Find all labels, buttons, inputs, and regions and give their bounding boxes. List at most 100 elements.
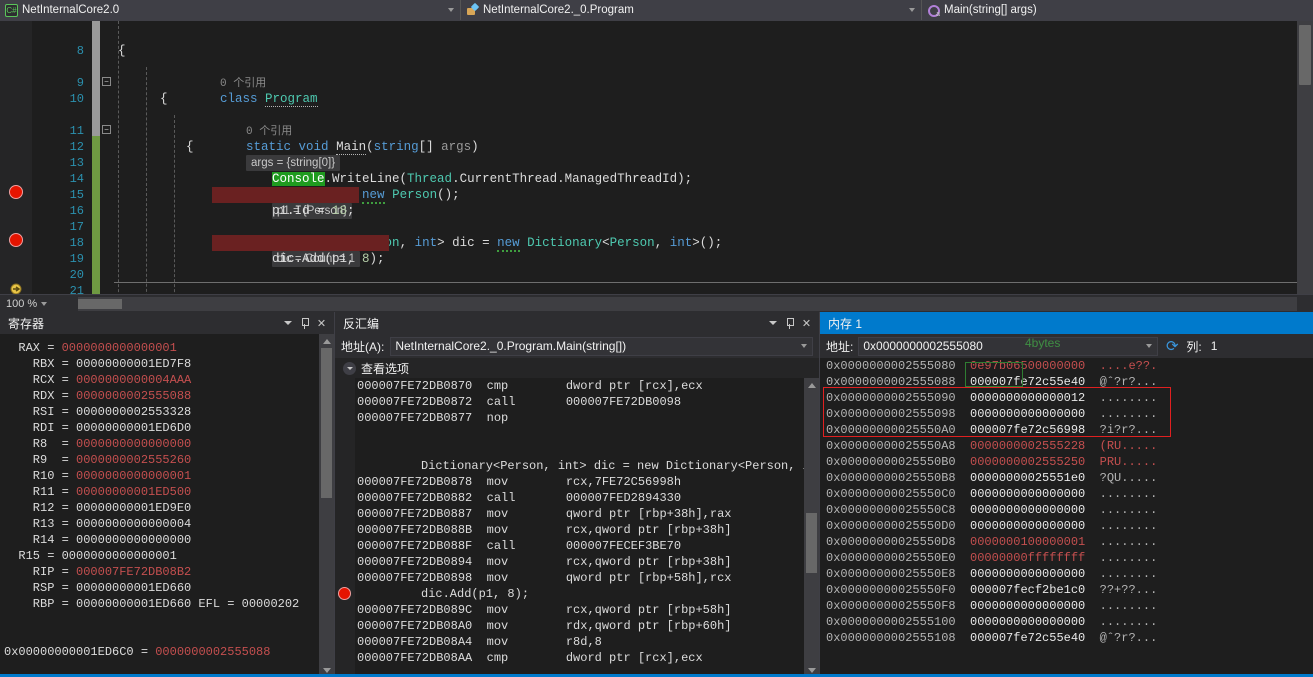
scrollbar-thumb[interactable]: [321, 348, 332, 498]
breakpoint-line-15[interactable]: p1.Id = 18;: [212, 187, 359, 218]
line-number: 11: [69, 124, 84, 138]
disassembly-row: 000007FE72DB088B mov rcx,qword ptr [rbp+…: [357, 523, 732, 537]
register-row: R14 = 0000000000000000: [4, 533, 192, 547]
register-row: R10 = 0000000000000001: [4, 469, 192, 483]
memory-content[interactable]: 0x0000000002555080 0e97b06500000000 ....…: [820, 358, 1313, 677]
view-options-toggle[interactable]: 查看选项: [335, 358, 819, 378]
address-value: NetInternalCore2._0.Program.Main(string[…: [395, 339, 627, 353]
memory-row: 0x00000000025550C8 0000000000000000 ....…: [826, 503, 1158, 517]
breakpoint-gutter[interactable]: [0, 21, 32, 312]
pin-button[interactable]: [296, 315, 313, 332]
memory-title-bar[interactable]: 内存 1: [820, 312, 1313, 334]
disassembly-source-line: Dictionary<Person, int> dic = new Dictio…: [421, 459, 819, 473]
disassembly-row: 000007FE72DB0894 mov rcx,qword ptr [rbp+…: [357, 555, 732, 569]
editor-horizontal-scrollbar[interactable]: [78, 296, 1297, 311]
chevron-down-icon: [448, 8, 454, 12]
memory-address-value: 0x0000000002555080: [863, 339, 983, 353]
memory-row: 0x00000000025550A8 0000000002555228 (RU.…: [826, 439, 1158, 453]
disassembly-address-input[interactable]: NetInternalCore2._0.Program.Main(string[…: [390, 336, 813, 356]
chevron-down-icon: [801, 344, 807, 348]
fold-toggle-method[interactable]: −: [102, 125, 111, 134]
line-number: 8: [76, 44, 84, 58]
navigation-bar: C# NetInternalCore2.0 NetInternalCore2._…: [0, 0, 1313, 21]
address-label: 地址(A):: [341, 339, 385, 354]
close-button[interactable]: ✕: [313, 315, 330, 332]
line-number: 10: [69, 92, 84, 106]
class-dropdown[interactable]: NetInternalCore2._0.Program: [461, 0, 921, 20]
memory-row: 0x00000000025550F0 000007fecf2be1c0 ??+?…: [826, 583, 1158, 597]
memory-row: 0x00000000025550E8 0000000000000000 ....…: [826, 567, 1158, 581]
method-dropdown[interactable]: Main(string[] args): [922, 0, 1313, 20]
memory-address-row: 地址: 0x0000000002555080 ⟳ 列: 1 4bytes: [820, 334, 1313, 358]
pin-button[interactable]: [781, 315, 798, 332]
editor-vertical-scrollbar[interactable]: [1297, 21, 1313, 294]
memory-row: 0x00000000025550A0 000007fe72c56998 ?i?r…: [826, 423, 1158, 437]
disassembly-row: 000007FE72DB0882 call 000007FED2894330: [357, 491, 682, 505]
register-row: RBX = 00000000001ED7F8: [4, 357, 192, 371]
disassembly-scrollbar[interactable]: [804, 378, 819, 677]
disassembly-content[interactable]: 000007FE72DB0870 cmp dword ptr [rcx],ecx…: [335, 378, 819, 677]
memory-row: 0x00000000025550F8 0000000000000000 ....…: [826, 599, 1158, 613]
line-number: 15: [69, 188, 84, 202]
disassembly-address-row: 地址(A): NetInternalCore2._0.Program.Main(…: [335, 334, 819, 358]
disassembly-row: 000007FE72DB0887 mov qword ptr [rbp+38h]…: [357, 507, 732, 521]
outlining-column[interactable]: − −: [100, 21, 114, 312]
memory-panel: 内存 1 地址: 0x0000000002555080 ⟳ 列: 1 4byte…: [820, 312, 1313, 677]
memory-row: 0x0000000002555098 0000000000000000 ....…: [826, 407, 1158, 421]
scrollbar-thumb[interactable]: [806, 513, 817, 573]
csharp-file-icon: C#: [5, 3, 18, 17]
disassembly-title: 反汇编: [343, 316, 380, 331]
disassembly-title-bar[interactable]: 反汇编 ✕: [335, 312, 819, 334]
editor-status-bar: 100 %: [0, 294, 1313, 312]
memory-row: 0x00000000025550E0 00000000ffffffff ....…: [826, 551, 1158, 565]
refresh-icon[interactable]: ⟳: [1163, 337, 1181, 355]
memory-watch-row: 0x00000000001ED6C0 = 0000000002555088: [4, 645, 271, 659]
registers-content[interactable]: RAX = 0000000000000001 RBX = 00000000001…: [0, 334, 334, 677]
memory-title: 内存 1: [828, 316, 863, 331]
registers-scrollbar[interactable]: [319, 334, 334, 677]
line-number: 12: [69, 140, 84, 154]
chevron-down-icon: [41, 301, 48, 306]
project-dropdown[interactable]: C# NetInternalCore2.0: [0, 0, 460, 20]
register-row: R13 = 0000000000000004: [4, 517, 192, 531]
disassembly-row: 000007FE72DB08A4 mov r8d,8: [357, 635, 602, 649]
chevron-down-icon: [343, 361, 356, 375]
breakpoint-line-18[interactable]: dic.Add(p1, 8);: [212, 235, 389, 266]
chevron-down-icon: [1146, 344, 1153, 348]
breakpoint-marker-line-18[interactable]: [9, 233, 23, 247]
memory-column-input[interactable]: 1: [1206, 336, 1267, 356]
scroll-up-button[interactable]: [804, 378, 819, 392]
memory-row: 0x00000000025550B0 0000000002555250 PRU.…: [826, 455, 1158, 469]
register-row: R9 = 0000000002555260: [4, 453, 192, 467]
change-tracking-bar: [92, 21, 100, 312]
close-button[interactable]: ✕: [798, 315, 815, 332]
panel-menu-button[interactable]: [279, 315, 296, 332]
memory-address-input[interactable]: 0x0000000002555080: [858, 336, 1159, 356]
debug-tool-windows-dock: 寄存器 ✕ RAX = 0000000000000001 RBX = 00000…: [0, 312, 1313, 677]
memory-row: 0x00000000025550B8 00000000025551e0 ?QU.…: [826, 471, 1158, 485]
breakpoint-marker-line-15[interactable]: [9, 185, 23, 199]
disassembly-row: 000007FE72DB08AA cmp dword ptr [rcx],ecx: [357, 651, 703, 665]
memory-row: 0x00000000025550C0 0000000000000000 ....…: [826, 487, 1158, 501]
panel-menu-button[interactable]: [764, 315, 781, 332]
memory-row: 0x0000000002555080 0e97b06500000000 ....…: [826, 359, 1158, 373]
scrollbar-thumb[interactable]: [1299, 25, 1311, 85]
code-editor[interactable]: 8 9 10 11 12 13 14 15 16 17 18 19 20 21 …: [0, 21, 1313, 312]
project-name: NetInternalCore2.0: [22, 4, 120, 16]
register-row: RCX = 0000000000004AAA: [4, 373, 192, 387]
register-row: R12 = 00000000001ED9E0: [4, 501, 192, 515]
register-row: RDX = 0000000002555088: [4, 389, 192, 403]
line-number: 14: [69, 172, 84, 186]
fold-toggle-class[interactable]: −: [102, 77, 111, 86]
disassembly-row-breakpoint: 000007FE72DB089C mov rcx,qword ptr [rbp+…: [357, 603, 732, 617]
scroll-up-button[interactable]: [319, 334, 334, 348]
visual-studio-debugger-window: C# NetInternalCore2.0 NetInternalCore2._…: [0, 0, 1313, 677]
class-name: NetInternalCore2._0.Program: [483, 4, 634, 16]
registers-title-bar[interactable]: 寄存器 ✕: [0, 312, 334, 334]
zoom-level-dropdown[interactable]: 100 %: [0, 298, 78, 310]
line-number-gutter: 8 9 10 11 12 13 14 15 16 17 18 19 20 21 …: [32, 21, 92, 312]
scrollbar-thumb[interactable]: [78, 298, 122, 309]
chevron-down-icon: [909, 8, 915, 12]
code-text-area[interactable]: { 0 个引用 class Program { 0 个引用 static voi…: [114, 21, 1313, 312]
method-icon: [927, 4, 940, 18]
